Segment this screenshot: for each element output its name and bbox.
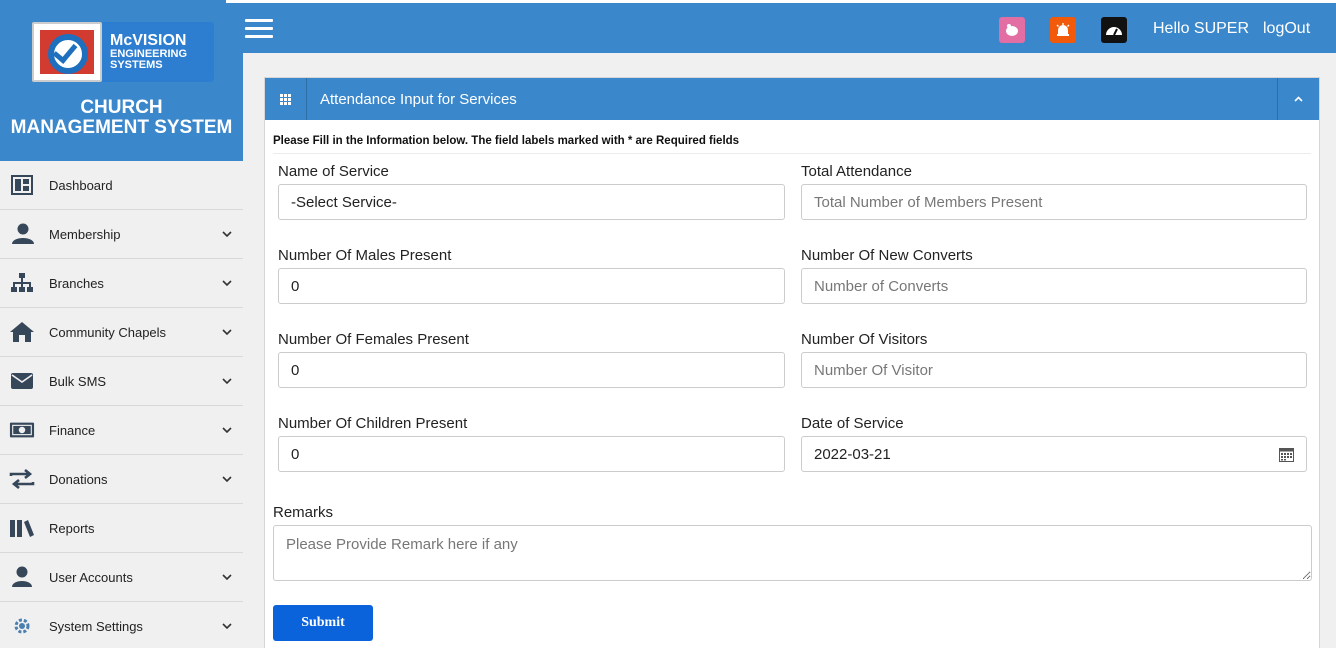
divider [273,153,1311,154]
dashboard-icon [9,172,35,198]
piggy-bank-icon[interactable] [999,17,1025,43]
sidebar-item-reports[interactable]: Reports [0,504,243,553]
sidebar-item-branches[interactable]: Branches [0,259,243,308]
name-of-service-label: Name of Service [278,163,389,180]
calendar-icon[interactable] [1279,447,1294,462]
attendance-form-card: Attendance Input for Services Please Fil… [264,77,1320,648]
top-bar: Hello SUPER logOut [226,0,1336,53]
money-icon [9,417,35,443]
app-title: CHURCH MANAGEMENT SYSTEM [10,97,233,138]
service-select-value: -Select Service- [291,193,397,211]
females-label: Number Of Females Present [278,331,469,348]
remarks-label: Remarks [273,504,334,521]
service-select[interactable]: -Select Service- [278,184,785,220]
date-of-service-input[interactable]: 2022-03-21 [801,436,1307,472]
total-attendance-input[interactable] [801,184,1307,220]
new-converts-input[interactable] [801,268,1307,304]
sidebar-item-label: Finance [49,422,96,438]
sidebar-item-dashboard[interactable]: Dashboard [0,161,243,210]
visitors-input[interactable] [801,352,1307,388]
form-instructions: Please Fill in the Information below. Th… [273,135,740,147]
chevron-down-icon [221,571,233,583]
menu-toggle-icon[interactable] [245,18,273,40]
children-input[interactable] [278,436,785,472]
males-label: Number Of Males Present [278,247,452,264]
date-value: 2022-03-21 [814,445,891,463]
company-logo[interactable]: McVISION ENGINEERING SYSTEMS [32,22,214,82]
chevron-down-icon [221,375,233,387]
males-input[interactable] [278,268,785,304]
sidebar-item-label: System Settings [49,618,143,634]
sidebar-item-label: Membership [49,226,121,242]
sidebar-item-membership[interactable]: Membership [0,210,243,259]
home-icon [9,319,35,345]
sidebar-item-label: Reports [49,520,95,536]
chevron-down-icon [221,620,233,632]
exchange-icon [9,466,35,492]
logo-line1: McVISION [110,32,187,49]
chevron-down-icon [221,473,233,485]
alarm-icon[interactable] [1050,17,1076,43]
logout-link[interactable]: logOut [1263,20,1310,38]
children-label: Number Of Children Present [278,415,468,432]
chevron-down-icon [221,277,233,289]
main-content: Attendance Input for Services Please Fil… [243,53,1336,648]
gear-icon [9,613,35,639]
logo-line3: SYSTEMS [110,59,163,71]
date-of-service-label: Date of Service [801,415,904,432]
sidebar-item-label: Donations [49,471,108,487]
sidebar-item-label: Community Chapels [49,324,167,340]
sitemap-icon [9,270,35,296]
chevron-down-icon [221,424,233,436]
total-attendance-label: Total Attendance [801,163,912,180]
card-header: Attendance Input for Services [265,78,1319,120]
grid-icon [265,78,307,120]
sidebar-item-label: Dashboard [49,177,113,193]
sidebar-item-label: User Accounts [49,569,133,585]
collapse-button[interactable] [1277,78,1319,120]
user-icon [9,564,35,590]
sidebar-item-system-settings[interactable]: System Settings [0,602,243,648]
envelope-icon [9,368,35,394]
sidebar-item-user-accounts[interactable]: User Accounts [0,553,243,602]
chevron-down-icon [221,326,233,338]
sidebar: McVISION ENGINEERING SYSTEMS CHURCH MANA… [0,0,243,648]
submit-button[interactable]: Submit [273,605,373,641]
logo-mark-icon [32,22,102,82]
user-icon [9,221,35,247]
sidebar-nav: Dashboard Membership Branches Community … [0,161,243,648]
sidebar-item-label: Bulk SMS [49,373,107,389]
visitors-label: Number Of Visitors [801,331,928,348]
sidebar-item-finance[interactable]: Finance [0,406,243,455]
sidebar-item-bulk-sms[interactable]: Bulk SMS [0,357,243,406]
chevron-up-icon [1294,96,1303,102]
females-input[interactable] [278,352,785,388]
remarks-textarea[interactable] [273,525,1312,581]
form-title: Attendance Input for Services [320,90,517,108]
sidebar-item-community-chapels[interactable]: Community Chapels [0,308,243,357]
sidebar-item-label: Branches [49,275,104,291]
chevron-down-icon [221,228,233,240]
brand-header: McVISION ENGINEERING SYSTEMS CHURCH MANA… [0,0,243,161]
books-icon [9,515,35,541]
new-converts-label: Number Of New Converts [801,247,973,264]
speedometer-icon[interactable] [1101,17,1127,43]
sidebar-item-donations[interactable]: Donations [0,455,243,504]
user-greeting: Hello SUPER [1153,20,1250,37]
